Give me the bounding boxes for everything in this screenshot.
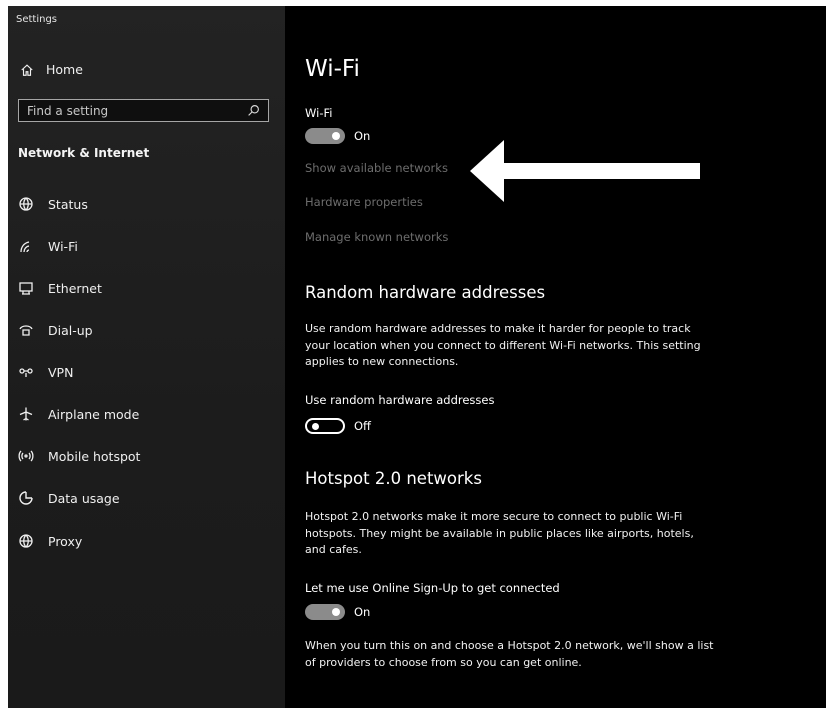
manage-known-networks-link[interactable]: Manage known networks	[305, 230, 448, 244]
globe-status-icon	[19, 197, 33, 211]
sidebar-item-status[interactable]: Status	[14, 189, 280, 219]
search-box[interactable]	[18, 99, 269, 122]
random-hw-heading: Random hardware addresses	[305, 283, 546, 302]
random-hw-toggle-state: Off	[354, 419, 371, 433]
random-hw-toggle[interactable]	[305, 418, 345, 434]
random-hw-toggle-label: Use random hardware addresses	[305, 393, 495, 407]
globe-icon	[19, 534, 33, 548]
sidebar-item-airplane[interactable]: Airplane mode	[14, 399, 280, 429]
hotspot-icon	[18, 450, 34, 462]
wifi-toggle[interactable]	[305, 128, 345, 144]
sidebar-item-dialup[interactable]: Dial-up	[14, 315, 280, 345]
sidebar: Settings Home Network & Internet Status …	[8, 6, 285, 708]
random-hw-description: Use random hardware addresses to make it…	[305, 322, 701, 368]
sidebar-item-label: Proxy	[48, 533, 83, 549]
wifi-icon	[20, 241, 30, 253]
sidebar-item-label: Ethernet	[48, 280, 102, 296]
dialup-icon	[19, 325, 33, 336]
home-nav-item[interactable]: Home	[20, 62, 83, 77]
sidebar-item-data-usage[interactable]: Data usage	[14, 483, 280, 513]
sidebar-item-label: VPN	[48, 364, 74, 380]
home-label: Home	[46, 62, 83, 77]
annotation-arrow-icon	[470, 140, 700, 202]
hotspot-heading: Hotspot 2.0 networks	[305, 469, 482, 488]
sidebar-item-label: Dial-up	[48, 322, 93, 338]
sidebar-item-label: Data usage	[48, 490, 120, 506]
sidebar-item-label: Mobile hotspot	[48, 448, 141, 464]
vpn-icon	[19, 368, 33, 377]
search-icon[interactable]	[247, 104, 260, 117]
settings-window: Settings Home Network & Internet Status …	[8, 6, 826, 708]
wifi-toggle-state: On	[354, 129, 371, 143]
sidebar-item-wifi[interactable]: Wi-Fi	[14, 231, 280, 261]
hotspot-toggle[interactable]	[305, 604, 345, 620]
sidebar-item-proxy[interactable]: Proxy	[14, 526, 280, 556]
sidebar-item-label: Wi-Fi	[48, 238, 78, 254]
section-heading: Network & Internet	[18, 146, 150, 160]
sidebar-item-label: Status	[48, 196, 88, 212]
hardware-properties-link[interactable]: Hardware properties	[305, 195, 423, 209]
window-title: Settings	[16, 14, 58, 25]
home-icon	[21, 63, 33, 76]
sidebar-item-ethernet[interactable]: Ethernet	[14, 273, 280, 303]
sidebar-item-mobile-hotspot[interactable]: Mobile hotspot	[14, 441, 280, 471]
search-input[interactable]	[27, 103, 247, 118]
airplane-icon	[19, 407, 33, 421]
ethernet-icon	[19, 282, 33, 295]
hotspot-toggle-label: Let me use Online Sign-Up to get connect…	[305, 581, 560, 595]
wifi-label: Wi-Fi	[305, 106, 333, 120]
sidebar-item-vpn[interactable]: VPN	[14, 357, 280, 387]
sidebar-item-label: Airplane mode	[48, 406, 140, 422]
main-content: Wi-Fi Wi-Fi On Show available networks H…	[285, 6, 826, 708]
hotspot-description: Hotspot 2.0 networks make it more secure…	[305, 510, 694, 556]
page-title: Wi-Fi	[305, 56, 360, 82]
show-available-networks-link[interactable]: Show available networks	[305, 161, 448, 175]
hotspot-footer-text: When you turn this on and choose a Hotsp…	[305, 639, 714, 669]
hotspot-toggle-state: On	[354, 605, 371, 619]
data-usage-icon	[19, 491, 33, 505]
